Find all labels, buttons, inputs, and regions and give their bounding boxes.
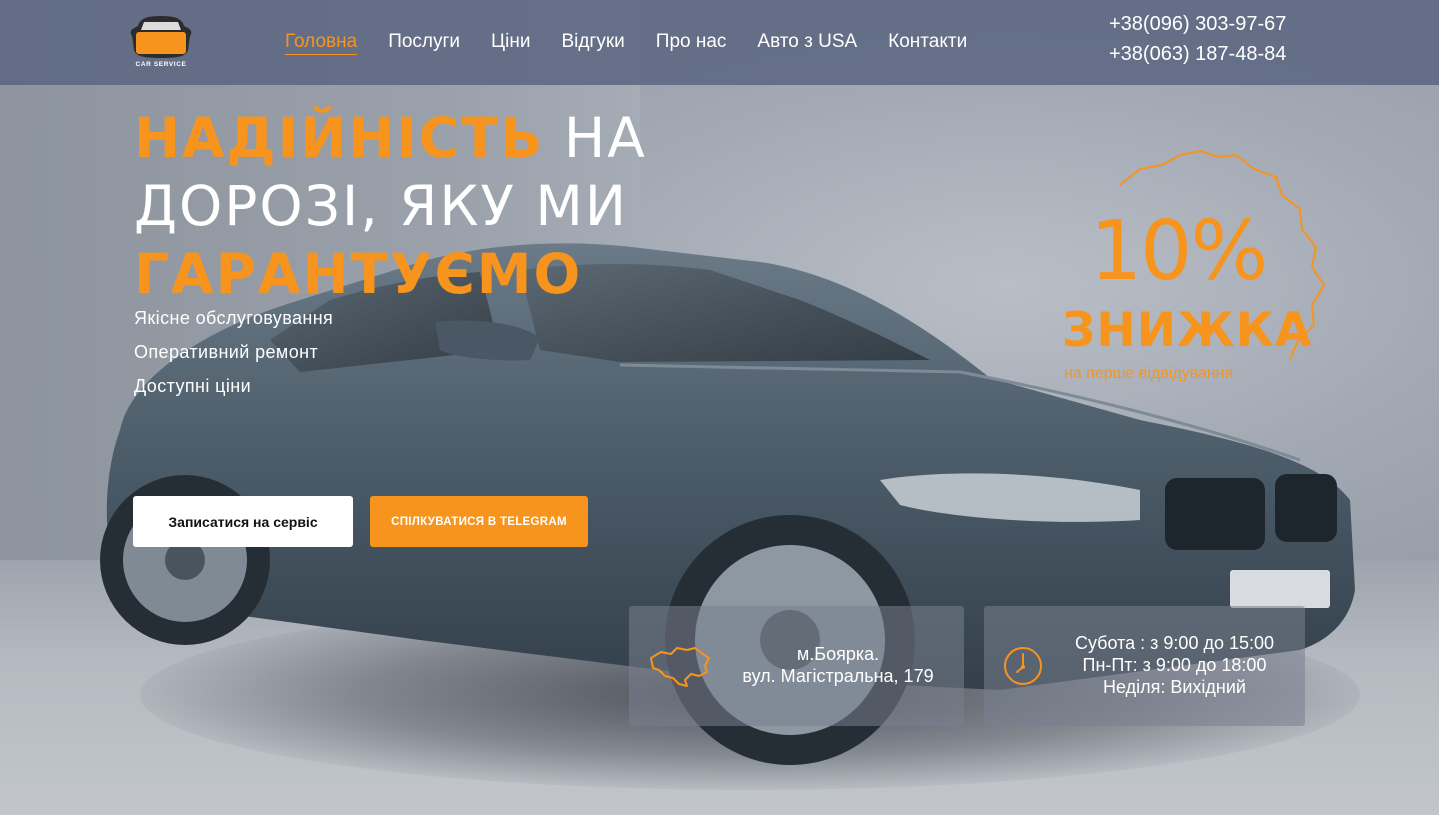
feature-list: Якісне обслуговування Оперативний ремонт… [134, 301, 333, 403]
car-logo-icon [130, 16, 192, 58]
headline-text: ДОРОЗІ, ЯКУ МИ [134, 174, 629, 238]
main-nav: Головна Послуги Ціни Відгуки Про нас Авт… [285, 30, 998, 55]
logo-subtitle: CAR SERVICE [135, 61, 187, 68]
hero-headline: НАДІЙНІСТЬ НА ДОРОЗІ, ЯКУ МИ ГАРАНТУЄМО [134, 104, 654, 308]
feature-item: Доступні ціни [134, 376, 252, 396]
hours-text: Субота : з 9:00 до 15:00 Пн-Пт: з 9:00 д… [1052, 632, 1297, 698]
nav-services[interactable]: Послуги [388, 30, 460, 55]
logo[interactable]: CAR SERVICE [126, 12, 196, 72]
nav-home[interactable]: Головна [285, 30, 358, 55]
headline-accent: НАДІЙНІСТЬ [134, 106, 545, 170]
clock-icon [1004, 647, 1042, 685]
discount-badge: 10% ЗНИЖКА на перше відвідування [1050, 145, 1340, 395]
address-street: вул. Магістральна, 179 [742, 666, 934, 686]
phone-link[interactable]: +38(096) 303-97-67 [1109, 9, 1319, 39]
hours-saturday: Субота : з 9:00 до 15:00 [1074, 633, 1275, 653]
nav-contacts[interactable]: Контакти [888, 30, 967, 55]
phone-link[interactable]: +38(063) 187-48-84 [1109, 39, 1319, 69]
discount-note: на перше відвідування [1064, 365, 1234, 382]
telegram-button[interactable]: СПІЛКУВАТИСЯ В TELEGRAM [370, 496, 588, 547]
address-city: м.Боярка. [796, 644, 880, 664]
address-text: м.Боярка. вул. Магістральна, 179 [723, 643, 953, 687]
headline-accent: ГАРАНТУЄМО [134, 242, 583, 306]
discount-label: ЗНИЖКА [1062, 303, 1313, 358]
nav-about[interactable]: Про нас [656, 30, 727, 55]
nav-reviews[interactable]: Відгуки [561, 30, 624, 55]
feature-item: Якісне обслуговування [134, 308, 334, 328]
nav-usa-cars[interactable]: Авто з USA [757, 30, 857, 55]
book-service-button[interactable]: Записатися на сервіс [133, 496, 353, 547]
discount-percent: 10% [1090, 204, 1268, 299]
phone-list: +38(096) 303-97-67 +38(063) 187-48-84 [1109, 9, 1319, 69]
nav-prices[interactable]: Ціни [491, 30, 530, 55]
site-header: CAR SERVICE Головна Послуги Ціни Відгуки… [0, 0, 1439, 85]
feature-item: Оперативний ремонт [134, 342, 319, 362]
headline-text: НА [544, 106, 647, 170]
ukraine-map-icon [650, 647, 710, 687]
hours-sunday: Неділя: Вихідний [1103, 677, 1246, 697]
hours-card: Субота : з 9:00 до 15:00 Пн-Пт: з 9:00 д… [984, 606, 1305, 726]
hours-weekdays: Пн-Пт: з 9:00 до 18:00 [1082, 655, 1267, 675]
address-card: м.Боярка. вул. Магістральна, 179 [629, 606, 964, 726]
